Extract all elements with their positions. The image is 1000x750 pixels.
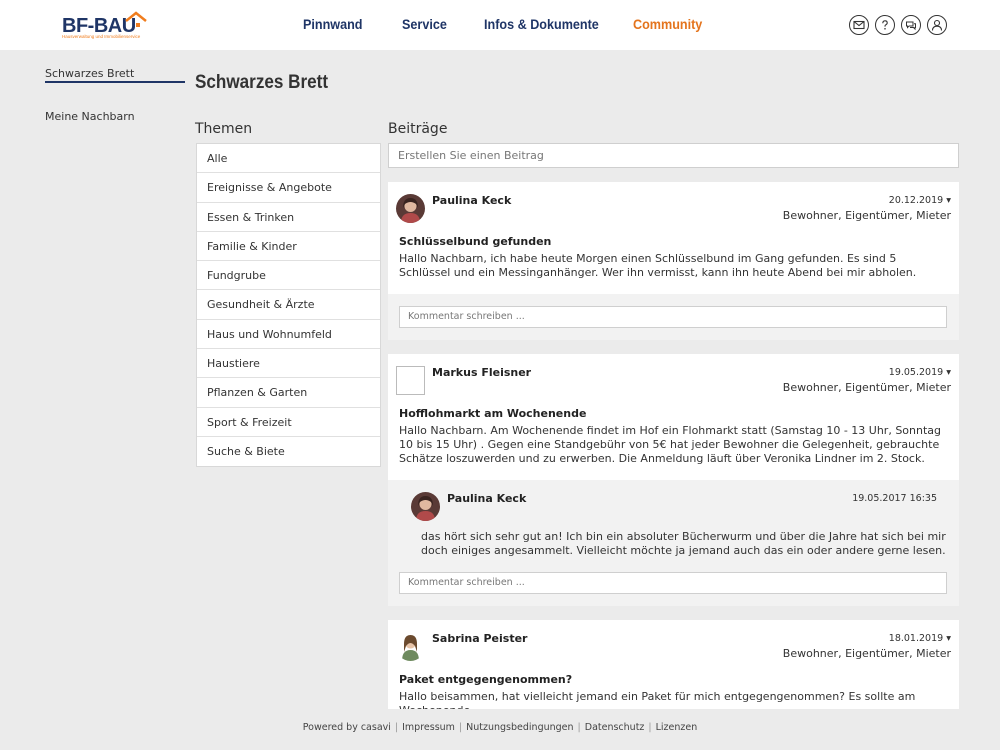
- topic-item[interactable]: Ereignisse & Angebote: [197, 173, 380, 203]
- nav-pinnwand[interactable]: Pinnwand: [303, 16, 363, 32]
- post-author[interactable]: Paulina Keck: [432, 194, 511, 207]
- avatar-broken-image: [396, 366, 425, 395]
- post-title: Hofflohmarkt am Wochenende: [399, 407, 587, 420]
- create-post-input[interactable]: Erstellen Sie einen Beitrag: [388, 143, 959, 168]
- footer: Powered by casavi | Impressum | Nutzungsbedi…: [0, 722, 1000, 733]
- nav-community[interactable]: Community: [633, 16, 702, 32]
- avatar: [396, 194, 425, 223]
- house-roof-icon: [125, 11, 147, 27]
- topic-item[interactable]: Suche & Biete: [197, 437, 380, 466]
- caret-down-icon: ▾: [946, 633, 951, 644]
- help-icon[interactable]: [875, 15, 895, 35]
- reply-text: das hört sich sehr gut an! Ich bin ein a…: [421, 530, 946, 557]
- posts-feed: Paulina Keck 20.12.2019 ▾ Bewohner, Eige…: [388, 182, 959, 709]
- nav-service[interactable]: Service: [402, 16, 447, 32]
- post-title: Schlüsselbund gefunden: [399, 235, 552, 248]
- post-roles: Bewohner, Eigentümer, Mieter: [782, 209, 951, 222]
- post-text: Hallo beisammen, hat vielleicht jemand e…: [399, 690, 916, 709]
- user-icon[interactable]: [927, 15, 947, 35]
- topics-list: Alle Ereignisse & Angebote Essen & Trink…: [196, 143, 381, 468]
- post-author[interactable]: Markus Fleisner: [432, 366, 531, 379]
- avatar: [411, 492, 440, 521]
- topic-item[interactable]: Haus und Wohnumfeld: [197, 320, 380, 350]
- topic-item[interactable]: Sport & Freizeit: [197, 408, 380, 437]
- footer-powered-by[interactable]: Powered by casavi: [299, 722, 395, 733]
- reply-author[interactable]: Paulina Keck: [447, 492, 526, 505]
- comment-input[interactable]: Kommentar schreiben ...: [399, 572, 947, 594]
- caret-down-icon: ▾: [946, 195, 951, 206]
- footer-link-datenschutz[interactable]: Datenschutz: [581, 722, 649, 733]
- nav-infos-dokumente[interactable]: Infos & Dokumente: [484, 16, 599, 32]
- post-card: Markus Fleisner 19.05.2019 ▾ Bewohner, E…: [388, 354, 959, 606]
- topic-item[interactable]: Haustiere: [197, 349, 380, 379]
- page-title: Schwarzes Brett: [195, 72, 329, 93]
- reply-date: 19.05.2017 16:35: [852, 493, 937, 504]
- topic-item[interactable]: Alle: [197, 144, 380, 174]
- post-card: Paulina Keck 20.12.2019 ▾ Bewohner, Eige…: [388, 182, 959, 340]
- mail-icon[interactable]: [849, 15, 869, 35]
- topic-item[interactable]: Gesundheit & Ärzte: [197, 290, 380, 320]
- logo-tagline: Hausverwaltung und Immobilienservice: [62, 34, 141, 39]
- sidebar-item-schwarzes-brett[interactable]: Schwarzes Brett: [45, 67, 134, 80]
- post-text: Hallo Nachbarn. Am Wochenende findet im …: [399, 424, 942, 465]
- top-header: BF-BAU Hausverwaltung und Immobilienserv…: [0, 0, 1000, 50]
- footer-link-nutzungsbedingungen[interactable]: Nutzungsbedingungen: [462, 722, 577, 733]
- post-date[interactable]: 20.12.2019 ▾: [889, 195, 951, 206]
- comment-input[interactable]: Kommentar schreiben ...: [399, 306, 947, 328]
- topic-item[interactable]: Essen & Trinken: [197, 203, 380, 232]
- post-author[interactable]: Sabrina Peister: [432, 632, 527, 645]
- topic-item[interactable]: Pflanzen & Garten: [197, 378, 380, 408]
- post-date[interactable]: 18.01.2019 ▾: [889, 633, 951, 644]
- post-date[interactable]: 19.05.2019 ▾: [889, 367, 951, 378]
- reply-comment: Paulina Keck 19.05.2017 16:35 das hört s…: [399, 480, 948, 572]
- posts-heading: Beiträge: [388, 121, 448, 137]
- sidebar-item-meine-nachbarn[interactable]: Meine Nachbarn: [45, 110, 135, 123]
- avatar: [396, 632, 425, 661]
- topic-item[interactable]: Fundgrube: [197, 261, 380, 291]
- chat-icon[interactable]: [901, 15, 921, 35]
- post-text: Hallo Nachbarn, ich habe heute Morgen ei…: [399, 252, 917, 279]
- post-roles: Bewohner, Eigentümer, Mieter: [782, 647, 951, 660]
- caret-down-icon: ▾: [946, 367, 951, 378]
- topic-item[interactable]: Familie & Kinder: [197, 232, 380, 262]
- sidebar-active-indicator: [45, 81, 185, 83]
- footer-link-lizenzen[interactable]: Lizenzen: [652, 722, 702, 733]
- post-title: Paket entgegengenommen?: [399, 673, 573, 686]
- footer-link-impressum[interactable]: Impressum: [398, 722, 459, 733]
- topics-heading: Themen: [195, 121, 253, 137]
- company-logo[interactable]: BF-BAU Hausverwaltung und Immobilienserv…: [62, 11, 152, 41]
- post-roles: Bewohner, Eigentümer, Mieter: [782, 381, 951, 394]
- post-card: Sabrina Peister 18.01.2019 ▾ Bewohner, E…: [388, 620, 959, 709]
